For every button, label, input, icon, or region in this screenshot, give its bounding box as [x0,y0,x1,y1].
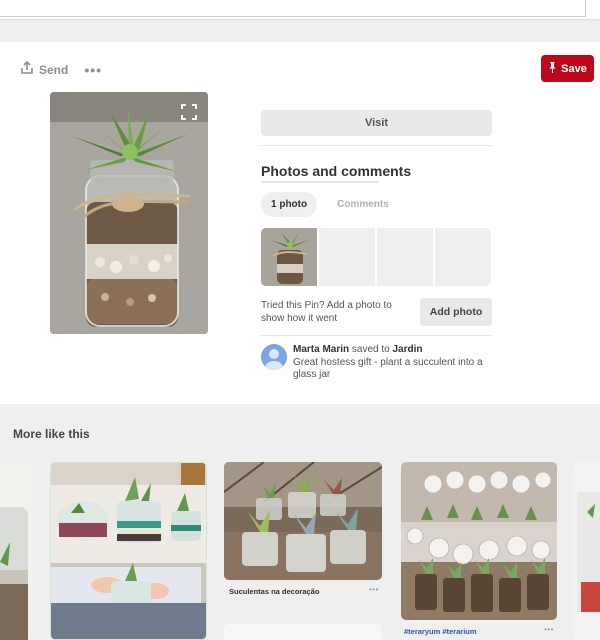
browser-top-bar [0,0,600,20]
photos-tabs: 1 photo Comments [261,192,492,217]
pin-details-column: Visit Photos and comments 1 photo Commen… [261,110,492,382]
more-options-button[interactable]: ••• [84,62,102,78]
comment-text: Great hostess gift - plant a succulent i… [293,356,483,381]
photos-comments-title: Photos and comments [261,163,412,179]
tab-comments[interactable]: Comments [327,192,399,217]
related-pin-more-button[interactable]: ••• [369,585,379,594]
related-pin-caption[interactable]: Suculentas na decoração [229,587,319,596]
photo-thumbnail[interactable] [261,228,317,286]
tried-pin-row: Tried this Pin? Add a photo to show how … [261,298,492,326]
divider [261,145,492,146]
pin-closeup-card: Send ••• Save Visit Photos and comments … [0,42,600,404]
related-pin[interactable] [401,462,557,620]
comment-author[interactable]: Marta Marin [293,344,349,355]
empty-photo-slot [377,228,433,286]
saved-to-text: saved to [349,344,393,355]
visit-button[interactable]: Visit [261,110,492,136]
save-button[interactable]: Save [541,55,594,82]
photo-thumbnails [261,228,492,286]
sand-terrarium-photo [51,463,206,639]
succulent-thumbnail-photo [261,228,317,286]
top-bar-frame [0,0,586,17]
user-icon [265,349,283,370]
related-pin[interactable] [224,624,382,640]
related-pin-caption[interactable]: #teraryum #terarium [404,627,477,636]
empty-photo-slot [319,228,375,286]
share-icon [20,60,34,78]
divider [261,335,492,336]
related-pin[interactable] [573,462,600,640]
related-pin[interactable] [50,462,207,640]
pin-icon [548,61,557,76]
succulent-jar-photo [50,92,208,334]
related-pin-photo [573,462,600,640]
succulent-pots-photo [224,462,382,580]
terrarium-tags-photo [401,462,557,620]
avatar[interactable] [261,344,287,370]
empty-photo-slot [435,228,491,286]
pin-action-row: Send ••• [20,60,102,78]
send-button[interactable]: Send [20,60,69,78]
related-pin-more-button[interactable]: ••• [544,625,554,634]
related-pin[interactable] [224,462,382,580]
expand-icon[interactable] [181,104,197,120]
save-label: Save [561,62,587,75]
tried-pin-prompt: Tried this Pin? Add a photo to show how … [261,300,392,324]
comment-body: Marta Marin saved to Jardin Great hostes… [293,344,492,382]
terrarium-jar-photo [0,462,33,640]
tab-photos[interactable]: 1 photo [261,192,318,217]
title-highlight [261,181,379,183]
saved-by-comment: Marta Marin saved to Jardin Great hostes… [261,344,492,382]
send-label: Send [39,62,69,77]
pin-image[interactable] [50,92,208,334]
related-pin[interactable] [0,462,33,640]
more-like-this-title: More like this [13,427,90,441]
add-photo-button[interactable]: Add photo [420,298,492,326]
board-link[interactable]: Jardin [392,344,422,355]
